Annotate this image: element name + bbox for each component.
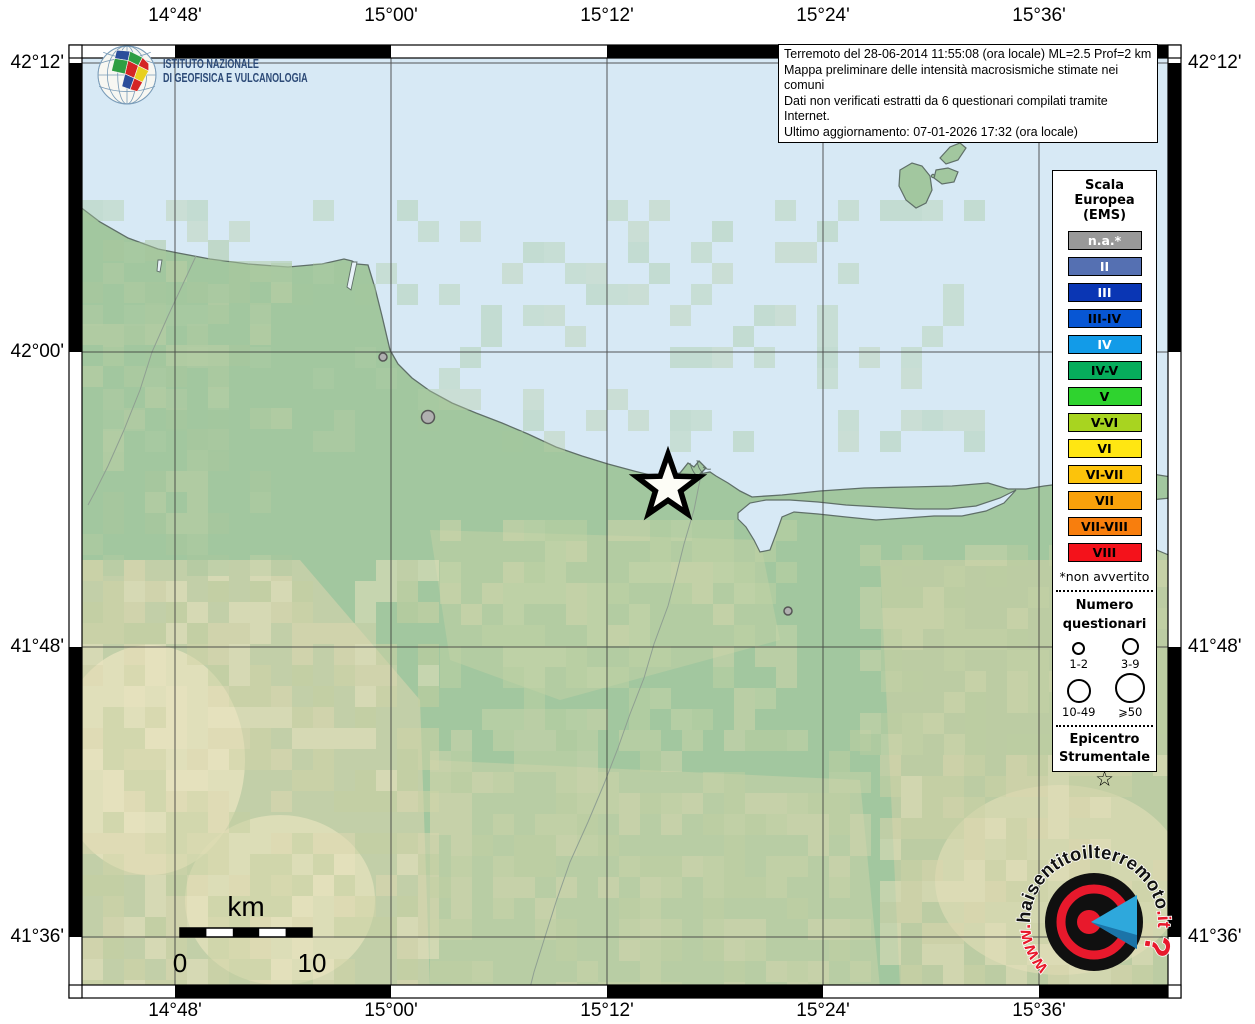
ems-legend: Scala Europea (EMS) n.a.* II III III-IV IV IV…: [1052, 170, 1157, 791]
legend-swatch: VIII: [1067, 543, 1142, 562]
ingv-logo-text: ISTITUTO NAZIONALE DI GEOFISICA E VULCAN…: [163, 44, 364, 85]
axis-label: 15°24': [796, 5, 850, 26]
questionnaire-size-item: 1-2: [1053, 638, 1105, 671]
questionnaire-size-label: 3-9: [1120, 657, 1140, 671]
info-line-event: Terremoto del 28-06-2014 11:55:08 (ora l…: [784, 47, 1152, 61]
axis-label: 41°36': [1188, 926, 1242, 947]
macroseismic-map-screenshot: km 0 10 14°48' 15°00' 15°12' 15°24' 15°3…: [0, 0, 1255, 1024]
watermark-logo-icon: www.haisentitoilterremoto .it ?: [1012, 840, 1180, 980]
epicenter-legend-star-icon: ☆: [1095, 767, 1114, 791]
axis-label: 41°36': [10, 926, 65, 947]
scale-bar-end: 10: [298, 948, 327, 978]
legend-footnote: *non avvertito: [1059, 569, 1150, 584]
info-line-map: Mappa preliminare delle intensità macros…: [784, 62, 1119, 93]
info-line-data: Dati non verificati estratti da 6 questi…: [784, 93, 1108, 124]
watermark-question-mark: ?: [1135, 932, 1179, 961]
info-box: Terremoto del 28-06-2014 11:55:08 (ora l…: [778, 44, 1158, 143]
legend-swatch: III: [1067, 283, 1142, 302]
legend-swatch: VII: [1067, 491, 1142, 510]
axis-label: 14°48': [148, 1000, 202, 1021]
legend-swatch: IV: [1067, 335, 1142, 354]
axis-label: 42°12': [1188, 52, 1242, 73]
scale-bar-start: 0: [173, 948, 187, 978]
info-line-updated: Ultimo aggiornamento: 07-01-2026 17:32 (…: [784, 124, 1078, 139]
ingv-name-line1: ISTITUTO NAZIONALE: [163, 57, 259, 71]
questionnaire-size-circle-icon: [1121, 638, 1139, 655]
questionnaire-size-label: 1-2: [1069, 657, 1089, 671]
legend-swatch: II: [1067, 257, 1142, 276]
legend-swatch: IV-V: [1067, 361, 1142, 380]
questionnaire-size-label: ⩾50: [1118, 705, 1143, 719]
questionnaire-size-circle-icon: [1072, 642, 1086, 655]
legend-swatch: V-VI: [1067, 413, 1142, 432]
legend-separator: [1056, 725, 1153, 727]
ingv-globe-icon: [97, 45, 157, 105]
questionnaire-size-item: 3-9: [1105, 638, 1157, 671]
epicenter-legend-title: Epicentro Strumentale: [1058, 732, 1151, 765]
legend-swatch: VI: [1067, 439, 1142, 458]
axis-label: 14°48': [148, 5, 202, 26]
questionnaire-size-circle-icon: [1066, 679, 1091, 703]
ingv-name-line2: DI GEOFISICA E VULCANOLOGIA: [163, 71, 308, 85]
questionnaire-size-circle-icon: [1115, 673, 1146, 703]
axis-label: 15°12': [580, 1000, 634, 1021]
legend-title: Scala Europea (EMS): [1074, 178, 1135, 223]
legend-swatch: n.a.*: [1067, 231, 1142, 250]
axis-label: 15°24': [796, 1000, 850, 1021]
legend-separator: [1056, 590, 1153, 592]
axis-label: 15°12': [580, 5, 634, 26]
questionnaire-size-label: 10-49: [1062, 705, 1096, 719]
axis-label: 41°48': [1188, 636, 1242, 657]
legend-swatch: VII-VIII: [1067, 517, 1142, 536]
axis-label: 42°00': [10, 341, 65, 362]
axis-label: 15°00': [364, 1000, 418, 1021]
watermark-it: .it: [1153, 908, 1175, 928]
legend-swatch: III-IV: [1067, 309, 1142, 328]
questionnaire-title: Numero questionari: [1062, 598, 1147, 632]
haisentitoilterremoto-watermark: www.haisentitoilterremoto .it ?: [1008, 836, 1180, 1008]
axis-label: 42°12': [10, 52, 65, 73]
legend-intensity-items: n.a.* II III III-IV IV IV-V V V-VI VI VI-VII VII VI…: [1053, 231, 1156, 562]
axis-label: 15°00': [364, 5, 418, 26]
axis-label: 41°48': [10, 636, 65, 657]
questionnaire-size-item: 10-49: [1053, 673, 1105, 719]
scale-bar-unit: km: [227, 891, 264, 922]
legend-swatch: V: [1067, 387, 1142, 406]
axis-label: 15°36': [1012, 5, 1066, 26]
questionnaire-size-grid: 1-2 3-9 10-49 ⩾50: [1053, 638, 1156, 719]
questionnaire-size-item: ⩾50: [1105, 673, 1157, 719]
legend-swatch: VI-VII: [1067, 465, 1142, 484]
ingv-logo: ISTITUTO NAZIONALE DI GEOFISICA E VULCAN…: [96, 44, 364, 106]
